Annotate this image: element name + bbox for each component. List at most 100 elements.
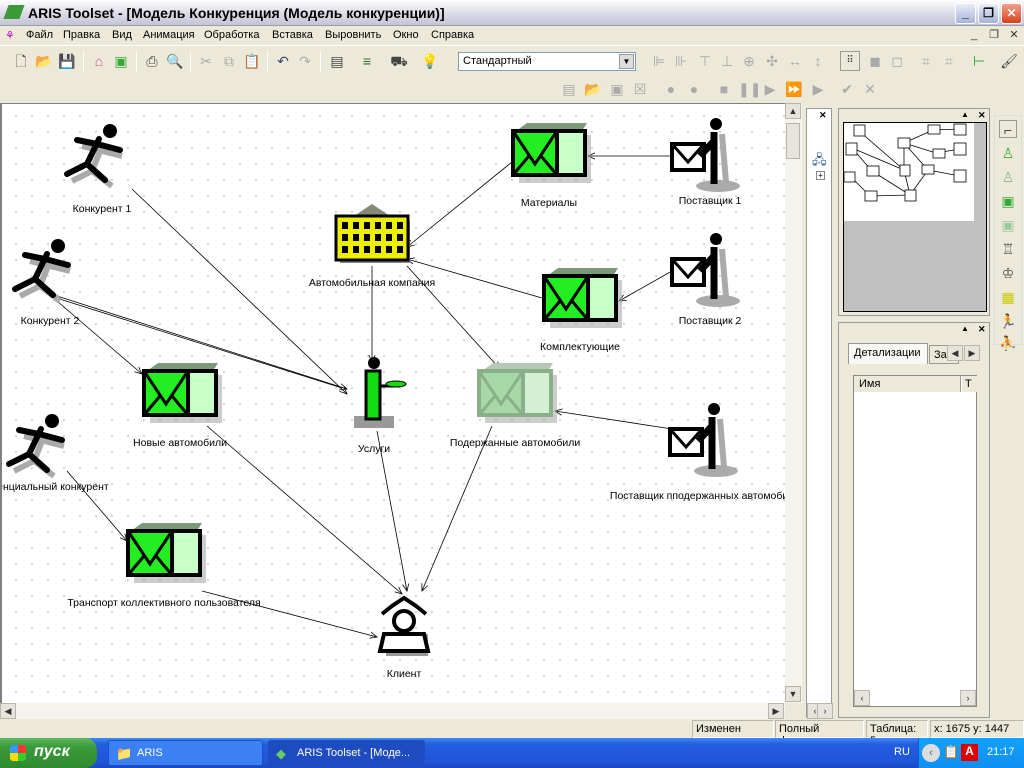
clipboard-tray-icon[interactable]: 📋 [943,744,959,760]
expand-icon[interactable]: + [816,171,825,180]
restore-button[interactable]: ❐ [978,3,999,24]
cut-icon[interactable]: ✂ [197,52,215,70]
center-vertical-icon[interactable]: ✣ [763,52,781,70]
ungroup-icon[interactable]: ⌗ [940,52,958,70]
node-k1-icon[interactable] [64,124,123,189]
properties-icon[interactable]: ▤ [328,52,346,70]
animation-icon[interactable]: ≡ [358,52,376,70]
space-vertical-icon[interactable]: ↕ [809,52,827,70]
task-aris-folder[interactable]: 📁 ARIS [108,740,263,766]
company-symbol-icon[interactable]: ▦ [999,288,1017,306]
minimize-button[interactable]: _ [955,3,976,24]
pause-icon[interactable]: ❚❚ [738,80,761,98]
open-icon[interactable]: 📂 [35,52,53,70]
node-label[interactable]: Конкурент 1 [73,203,132,215]
style-combo[interactable]: Стандартный ▼ [458,52,636,71]
overview-map[interactable] [843,122,987,312]
stop-icon[interactable]: ■ [715,80,733,98]
start-button[interactable]: пуск [0,738,97,768]
node-label[interactable]: Подержанные автомобили [450,437,580,449]
service-symbol-icon[interactable]: ♙ [999,144,1017,162]
find-icon[interactable]: ⛟ [390,52,408,70]
menu-file[interactable]: Файл [26,29,53,41]
node-mat-icon[interactable] [511,123,591,183]
node-pk-icon[interactable] [6,414,65,479]
menu-animation[interactable]: Анимация [143,29,195,41]
scroll-right-button[interactable]: ▶ [768,703,784,719]
connection-mat-auto[interactable] [407,161,513,247]
fast-forward-icon[interactable]: ⏩ [785,80,803,98]
menu-process[interactable]: Обработка [204,29,259,41]
connection-usl-cl[interactable] [376,430,407,591]
anim-new-icon[interactable]: ▤ [560,80,578,98]
close-icon[interactable]: ✕ [819,110,827,121]
center-horizontal-icon[interactable]: ⊕ [740,52,758,70]
node-label[interactable]: Комплектующие [540,341,620,353]
collapse-icon[interactable]: ▲ [961,324,969,333]
list-scroll-right[interactable]: › [960,690,976,706]
horizontal-scrollbar[interactable]: ◀ ▶ [0,703,785,719]
potential-competitor-symbol-icon[interactable]: ⛹ [999,334,1017,352]
doc-restore-button[interactable]: ❐ [986,28,1002,44]
anim-step-icon[interactable]: ● [685,80,703,98]
tab-scroll-left[interactable]: ◀ [947,345,963,361]
align-top-icon[interactable]: ⊤ [696,52,714,70]
connection-p2-komp[interactable] [619,270,673,301]
connection-ppa-used[interactable] [555,411,673,430]
anim-record-icon[interactable]: ● [662,80,680,98]
show-hidden-icons[interactable]: ‹ [922,744,940,762]
collapse-icon[interactable]: ▲ [961,110,969,119]
scroll-thumb[interactable] [786,123,800,159]
lightbulb-icon[interactable]: 💡 [421,52,439,70]
node-label[interactable]: Новые автомобили [133,437,227,449]
nav-scroll-right[interactable]: › [817,703,833,719]
anim-save-icon[interactable]: ▣ [608,80,626,98]
scroll-left-button[interactable]: ◀ [0,703,16,719]
copy-icon[interactable]: ⧉ [220,52,238,70]
node-used-icon[interactable] [477,363,557,423]
node-new-icon[interactable] [142,363,222,423]
tab-details[interactable]: Детализации [848,343,928,364]
undo-icon[interactable]: ↶ [274,52,292,70]
product-faded-symbol-icon[interactable]: ▣ [999,216,1017,234]
client-symbol-icon[interactable]: ♔ [999,264,1017,282]
details-list[interactable]: Имя Т ‹ › [853,375,978,707]
node-label[interactable]: Поставщик 1 [679,195,742,207]
menu-view[interactable]: Вид [112,29,132,41]
doc-minimize-button[interactable]: _ [966,28,982,44]
menu-align[interactable]: Выровнить [325,29,381,41]
menu-insert[interactable]: Вставка [272,29,313,41]
menu-edit[interactable]: Правка [63,29,100,41]
node-label[interactable]: Поставщик пподержанных автомобилей [610,490,785,502]
group-icon[interactable]: ⌗ [917,52,935,70]
check-icon[interactable]: ✔ [838,80,856,98]
close-icon[interactable]: ✕ [978,110,986,121]
diagram-canvas[interactable]: Конкурент 1 Конкурент 2 Потенциальный конк… [0,103,785,703]
print-icon[interactable]: ⎙ [143,52,161,70]
connection-tool-icon[interactable]: ⌐ [999,120,1017,138]
language-indicator[interactable]: RU [894,746,910,758]
node-usl-icon[interactable] [354,357,407,428]
format-painter-icon[interactable]: 🖌 [1000,52,1018,70]
service-faded-symbol-icon[interactable]: ♙ [999,168,1017,186]
node-label[interactable]: Транспорт коллективного пользователя [67,597,260,609]
node-label[interactable]: Конкурент 2 [21,315,80,327]
node-label[interactable]: Материалы [521,197,577,209]
new-icon[interactable]: 🗋 [12,52,30,70]
node-ppa-icon[interactable] [668,403,738,477]
play-icon[interactable]: ▶ [809,80,827,98]
node-label[interactable]: Поставщик 2 [679,315,742,327]
connection-used-cl[interactable] [422,425,493,591]
node-cl-icon[interactable] [377,595,431,656]
paste-icon[interactable]: 📋 [243,52,261,70]
save-icon[interactable]: 💾 [58,52,76,70]
column-header-name[interactable]: Имя [854,376,961,392]
node-label[interactable]: Автомобильная компания [309,277,435,289]
navigator-icon[interactable]: ▣ [112,52,130,70]
layout-icon[interactable]: ⊢ [970,52,988,70]
align-right-icon[interactable]: ⊪ [672,52,690,70]
align-left-icon[interactable]: ⊫ [650,52,668,70]
menu-help[interactable]: Справка [431,29,474,41]
close-icon[interactable]: ✕ [978,324,986,335]
supplier-symbol-icon[interactable]: ♖ [999,240,1017,258]
